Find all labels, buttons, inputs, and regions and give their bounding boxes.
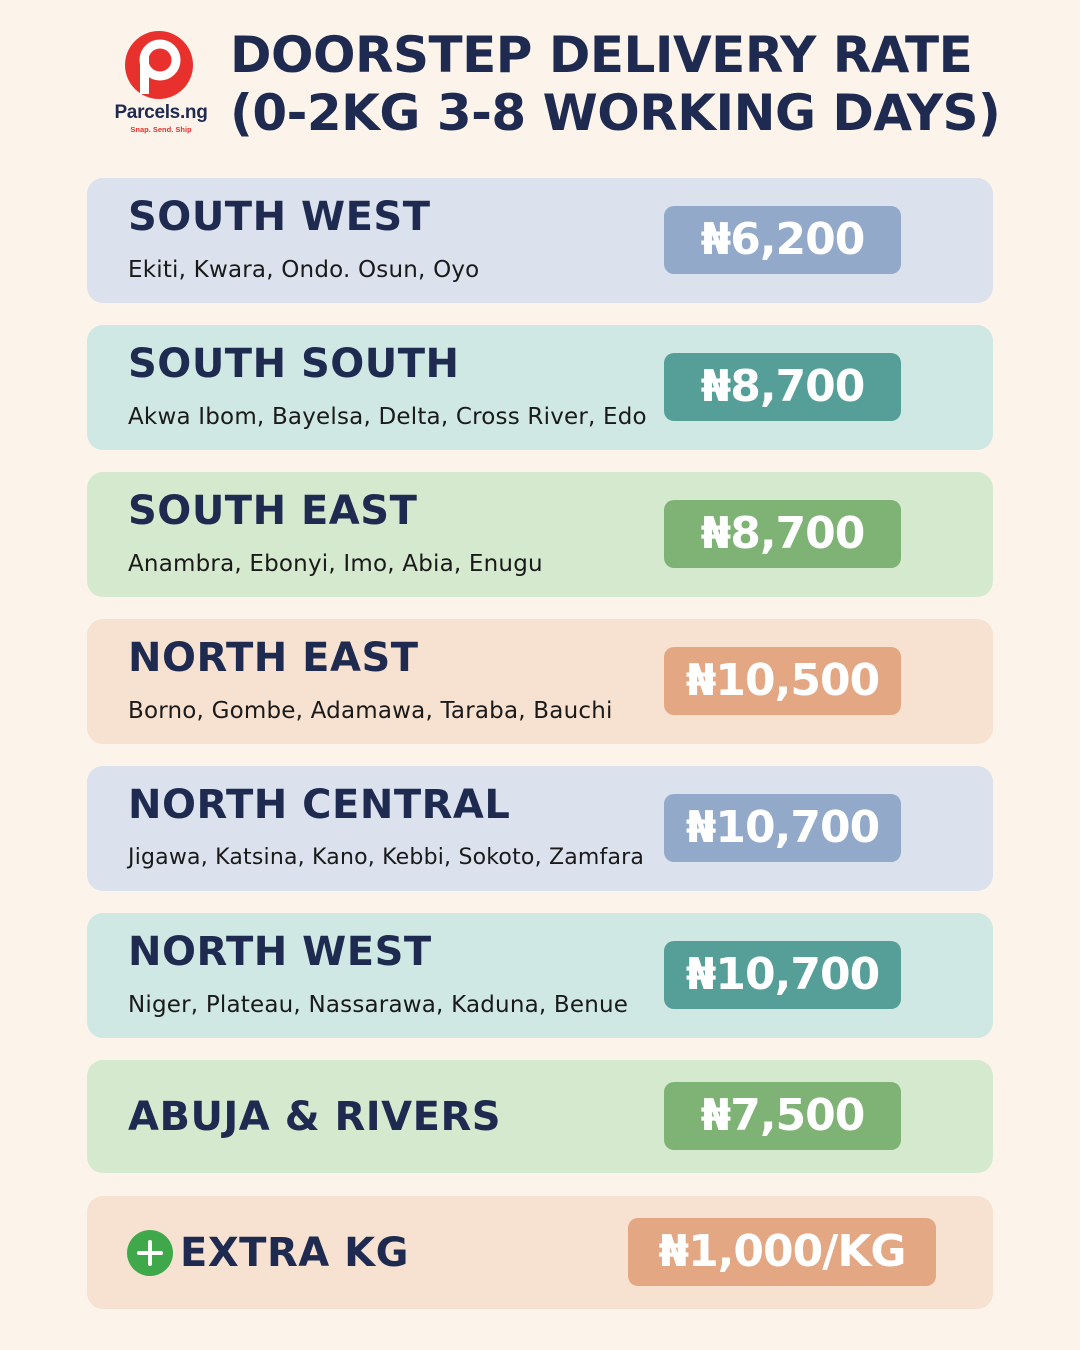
region-name: NORTH EAST xyxy=(128,635,419,681)
price-badge: ₦10,700 xyxy=(664,794,901,862)
price-badge: ₦7,500 xyxy=(664,1082,901,1150)
price-badge: ₦6,200 xyxy=(664,206,901,274)
plus-circle-icon xyxy=(127,1230,173,1276)
rate-card-north-central: NORTH CENTRAL Jigawa, Katsina, Kano, Keb… xyxy=(87,766,993,891)
price-badge: ₦8,700 xyxy=(664,500,901,568)
region-name: ABUJA & RIVERS xyxy=(128,1093,502,1140)
rate-card-south-west: SOUTH WEST Ekiti, Kwara, Ondo. Osun, Oyo… xyxy=(87,178,993,303)
region-states: Niger, Plateau, Nassarawa, Kaduna, Benue xyxy=(128,992,629,1018)
brand-name: Parcels.ng xyxy=(114,102,208,123)
page-title: DOORSTEP DELIVERY RATE (0-2KG 3-8 WORKIN… xyxy=(230,26,1030,142)
rate-card-south-south: SOUTH SOUTH Akwa Ibom, Bayelsa, Delta, C… xyxy=(87,325,993,450)
region-name: NORTH CENTRAL xyxy=(128,782,511,828)
region-name: SOUTH EAST xyxy=(128,488,418,534)
region-states: Borno, Gombe, Adamawa, Taraba, Bauchi xyxy=(128,698,613,724)
region-name: NORTH WEST xyxy=(128,929,432,975)
title-line-2: (0-2KG 3-8 WORKING DAYS) xyxy=(230,84,1001,142)
parcels-logo-icon xyxy=(125,31,193,99)
region-name: SOUTH SOUTH xyxy=(128,341,460,387)
region-states: Ekiti, Kwara, Ondo. Osun, Oyo xyxy=(128,257,480,283)
title-line-1: DOORSTEP DELIVERY RATE xyxy=(230,26,973,84)
brand-logo: Parcels.ng Snap. Send. Ship xyxy=(102,30,220,140)
price-badge: ₦10,700 xyxy=(664,941,901,1009)
extra-kg-price-badge: ₦1,000/KG xyxy=(628,1218,936,1286)
rate-card-abuja-rivers: ABUJA & RIVERS ₦7,500 xyxy=(87,1060,993,1173)
extra-kg-card: EXTRA KG ₦1,000/KG xyxy=(87,1196,993,1309)
brand-tagline: Snap. Send. Ship xyxy=(130,125,192,134)
region-states: Anambra, Ebonyi, Imo, Abia, Enugu xyxy=(128,551,543,577)
extra-kg-label: EXTRA KG xyxy=(180,1229,409,1276)
region-name: SOUTH WEST xyxy=(128,194,431,240)
rate-card-north-east: NORTH EAST Borno, Gombe, Adamawa, Taraba… xyxy=(87,619,993,744)
price-badge: ₦8,700 xyxy=(664,353,901,421)
rate-card-south-east: SOUTH EAST Anambra, Ebonyi, Imo, Abia, E… xyxy=(87,472,993,597)
region-states: Akwa Ibom, Bayelsa, Delta, Cross River, … xyxy=(128,404,647,430)
price-badge: ₦10,500 xyxy=(664,647,901,715)
rate-card-north-west: NORTH WEST Niger, Plateau, Nassarawa, Ka… xyxy=(87,913,993,1038)
region-states: Jigawa, Katsina, Kano, Kebbi, Sokoto, Za… xyxy=(128,845,645,870)
